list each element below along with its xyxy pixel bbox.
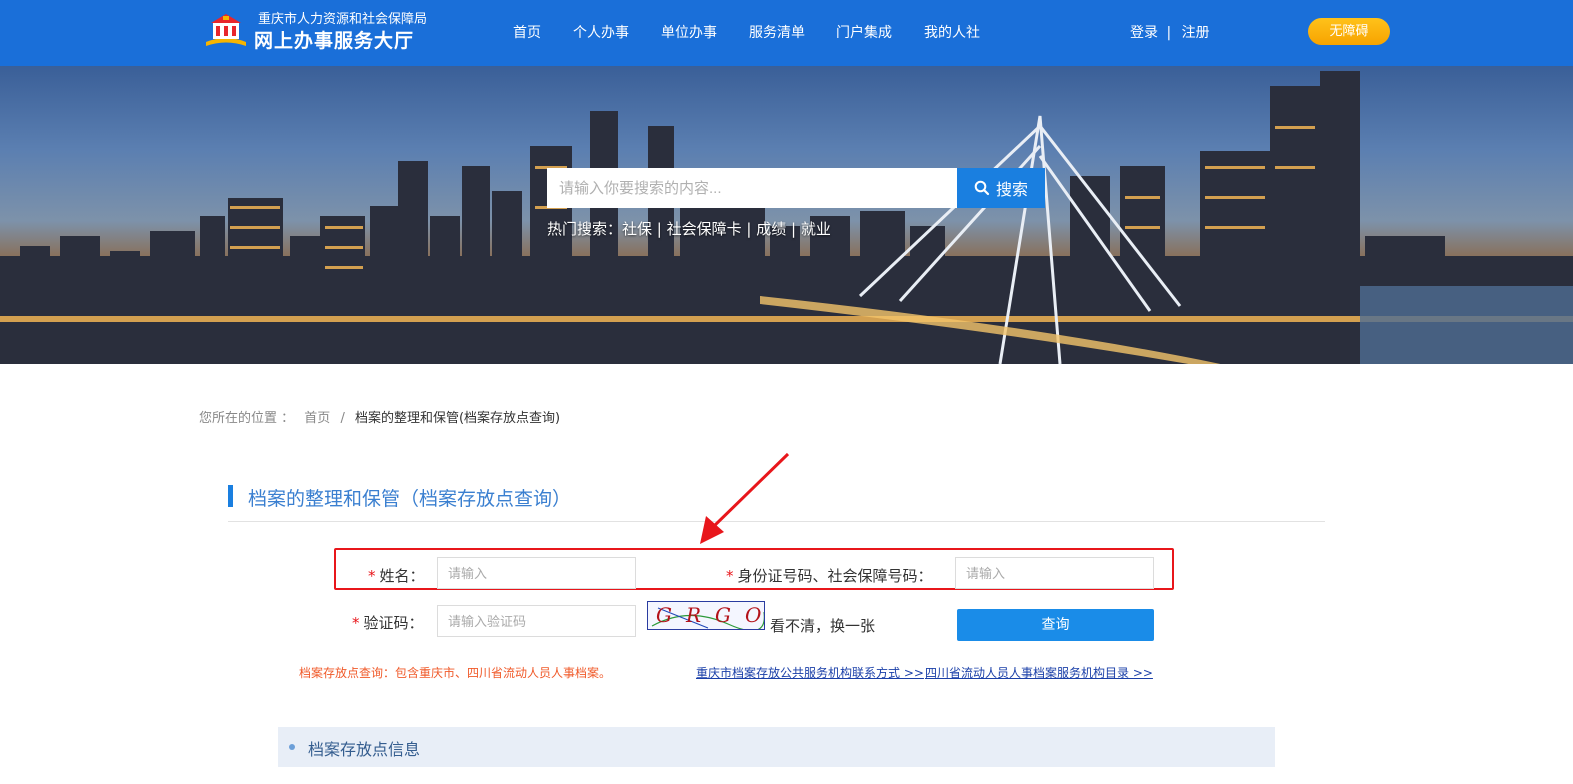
top-navbar: 重庆市人力资源和社会保障局 网上办事服务大厅 首页 个人办事 单位办事 服务清单… (0, 0, 1573, 66)
breadcrumb-sep: / (340, 411, 345, 426)
hall-name: 网上办事服务大厅 (254, 30, 415, 52)
hot-search: 热门搜索：社保 | 社会保障卡 | 成绩 | 就业 (547, 218, 831, 239)
results-header: 档案存放点信息 (278, 727, 1275, 767)
breadcrumb-prefix: 您所在的位置 ： (199, 411, 295, 426)
search-button[interactable]: 搜索 (957, 168, 1045, 208)
name-label-text: 姓名： (379, 567, 425, 585)
id-label: * 身份证号码、社会保障号码： (726, 565, 933, 586)
search-input[interactable] (547, 168, 957, 208)
results-title: 档案存放点信息 (308, 740, 421, 759)
login-separator: | (1166, 25, 1172, 41)
city-banner: 热门搜索：社保 | 社会保障卡 | 成绩 | 就业 (0, 66, 1573, 364)
nav-my[interactable]: 我的人社 (924, 22, 980, 42)
nav-home[interactable]: 首页 (513, 22, 541, 42)
hot-divider: | (786, 220, 801, 238)
register-link[interactable]: 注册 (1182, 25, 1210, 41)
accessibility-button[interactable]: 无障碍 (1308, 18, 1390, 45)
id-label-text: 身份证号码、社会保障号码： (737, 567, 933, 585)
section-marker (228, 485, 233, 507)
name-input[interactable] (437, 557, 636, 589)
captcha-label: * 验证码： (352, 612, 424, 633)
required-mark: * (368, 567, 376, 585)
sichuan-directory-link[interactable]: 四川省流动人员人事档案服务机构目录 >> (925, 664, 1153, 681)
nav-service-list[interactable]: 服务清单 (749, 22, 805, 42)
login-link[interactable]: 登录 (1130, 25, 1158, 41)
query-button[interactable]: 查询 (957, 609, 1154, 641)
hot-keyword-social-card[interactable]: 社会保障卡 (667, 220, 742, 238)
nav-portal[interactable]: 门户集成 (836, 22, 892, 42)
captcha-input[interactable] (437, 605, 636, 637)
captcha-image[interactable]: GRGO (647, 601, 765, 630)
red-arrow-icon (700, 452, 790, 544)
nav-personal[interactable]: 个人办事 (573, 22, 629, 42)
chongqing-contact-link[interactable]: 重庆市档案存放公共服务机构联系方式 >> (696, 664, 924, 681)
hot-keyword-employment[interactable]: 就业 (801, 220, 831, 238)
hot-divider: | (652, 220, 667, 238)
skyline-illustration (0, 71, 1573, 364)
login-register: 登录 | 注册 (1130, 22, 1210, 42)
hot-keyword-score[interactable]: 成绩 (756, 220, 786, 238)
section-title: 档案的整理和保管（档案存放点查询） (248, 488, 572, 510)
search-button-label: 搜索 (995, 180, 1028, 199)
breadcrumb-home[interactable]: 首页 (304, 411, 330, 426)
bullet-icon (289, 744, 295, 750)
captcha-text: GRGO (656, 603, 765, 627)
breadcrumb-current: 档案的整理和保管(档案存放点查询) (354, 411, 561, 426)
building-logo-icon (206, 14, 246, 46)
id-number-input[interactable] (955, 557, 1154, 589)
org-name: 重庆市人力资源和社会保障局 (258, 12, 428, 27)
hot-search-label: 热门搜索： (547, 220, 623, 238)
refresh-captcha-link[interactable]: 看不清，换一张 (770, 615, 875, 636)
nav-unit[interactable]: 单位办事 (661, 22, 717, 42)
hot-keyword-social-insurance[interactable]: 社保 (622, 220, 652, 238)
scope-note: 档案存放点查询：包含重庆市、四川省流动人员人事档案。 (299, 666, 612, 680)
breadcrumb: 您所在的位置 ： 首页 / 档案的整理和保管(档案存放点查询) (199, 407, 560, 426)
required-mark: * (352, 614, 360, 632)
required-mark: * (726, 567, 734, 585)
search-icon (974, 180, 990, 196)
captcha-label-text: 验证码： (363, 614, 424, 632)
hot-divider: | (741, 220, 757, 238)
name-label: * 姓名： (368, 565, 425, 586)
